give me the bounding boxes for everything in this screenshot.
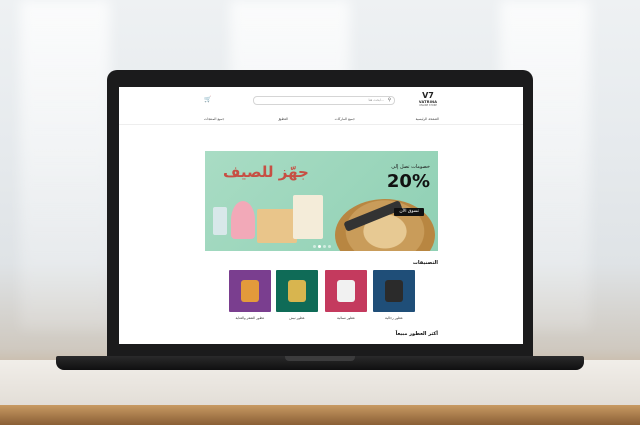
- categories-title: التصنيفات: [412, 260, 438, 266]
- laptop-screen: V7 VATRINA ONLINE STORE ابحث هنا... ⚲ 🛒 …: [119, 87, 523, 344]
- category-card[interactable]: عطور نيش: [276, 270, 318, 320]
- category-label: عطور الشعر والعناية: [235, 316, 265, 320]
- perfume-bottle-2: [231, 201, 255, 239]
- logo-mark-icon: V7: [422, 91, 434, 100]
- category-image: [229, 270, 271, 312]
- carousel-dot[interactable]: [322, 245, 326, 248]
- category-image: [373, 270, 415, 312]
- bestsellers-title: أكثر العطور مبيعاً: [395, 331, 438, 337]
- search-icon[interactable]: ⚲: [388, 98, 391, 103]
- shop-now-button[interactable]: تسوق الآن: [394, 208, 424, 216]
- perfume-bottle-4: [293, 195, 323, 239]
- category-card[interactable]: عطور نسائية: [325, 270, 367, 320]
- category-image: [276, 270, 318, 312]
- nav-all-products[interactable]: جميع المنتجات: [204, 117, 224, 121]
- chevron-down-icon: ▾: [279, 117, 281, 121]
- nav-brands[interactable]: جميع الماركات: [335, 117, 355, 121]
- category-card[interactable]: عطور الشعر والعناية: [229, 270, 271, 320]
- banner-subtitle: خصومات تصل إلى: [391, 164, 430, 170]
- cart-icon[interactable]: 🛒: [204, 96, 211, 103]
- carousel-dot[interactable]: [317, 245, 321, 248]
- category-image: [325, 270, 367, 312]
- logo-subtext: ONLINE STORE: [419, 104, 437, 107]
- laptop-notch: [285, 356, 355, 361]
- search-placeholder: ابحث هنا...: [368, 98, 384, 102]
- search-input[interactable]: ابحث هنا... ⚲: [253, 96, 395, 105]
- category-label: عطور نسائية: [336, 316, 356, 320]
- carousel-dot[interactable]: [327, 245, 331, 248]
- nav-home[interactable]: الصفحة الرئيسية: [416, 117, 439, 121]
- banner-discount: 20%: [386, 171, 430, 192]
- site-header: V7 VATRINA ONLINE STORE ابحث هنا... ⚲ 🛒: [119, 87, 523, 109]
- wood-table-edge: [0, 405, 640, 425]
- promo-banner[interactable]: جهّز للصيف خصومات تصل إلى 20% تسوق الآن: [205, 151, 438, 251]
- carousel-dot[interactable]: [312, 245, 316, 248]
- window-light-left: [20, 0, 110, 330]
- main-nav: الصفحة الرئيسية جميع الماركات العطور ▾ ج…: [119, 116, 523, 125]
- perfume-bottle-3: [257, 209, 297, 243]
- banner-title: جهّز للصيف: [223, 163, 309, 181]
- category-card[interactable]: عطور رجالية: [373, 270, 415, 320]
- carousel-dots: [205, 245, 438, 248]
- perfume-bottle-1: [213, 207, 227, 235]
- site-logo[interactable]: V7 VATRINA ONLINE STORE: [415, 92, 441, 108]
- category-label: عطور نيش: [289, 316, 305, 320]
- category-label: عطور رجالية: [385, 316, 403, 320]
